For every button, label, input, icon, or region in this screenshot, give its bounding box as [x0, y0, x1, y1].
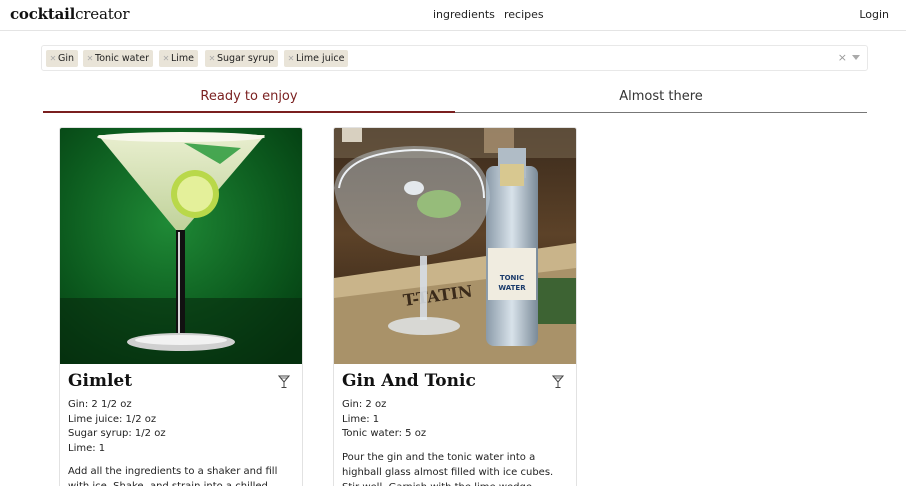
gimlet-photo — [60, 128, 302, 364]
ingredient-line: Gin: 2 1/2 oz — [68, 399, 132, 410]
ingredient-tag: ✕ Sugar syrup — [205, 50, 279, 67]
ingredient-tag: ✕ Lime — [159, 50, 199, 67]
ingredient-list: Gin: 2 1/2 oz Lime juice: 1/2 oz Sugar s… — [68, 398, 166, 457]
remove-tag-icon[interactable]: ✕ — [161, 50, 171, 67]
recipe-instructions: Add all the ingredients to a shaker and … — [68, 466, 278, 486]
site-logo[interactable]: cocktailcreator — [10, 5, 130, 23]
recipe-card-gimlet[interactable]: Gimlet Gin: 2 1/2 oz Lime juice: 1/2 oz … — [59, 127, 303, 486]
remove-tag-icon[interactable]: ✕ — [286, 50, 296, 67]
ingredient-line: Gin: 2 oz — [342, 399, 387, 410]
remove-tag-icon[interactable]: ✕ — [48, 50, 58, 67]
remove-tag-icon[interactable]: ✕ — [85, 50, 95, 67]
remove-tag-icon[interactable]: ✕ — [207, 50, 217, 67]
nav-recipes-link[interactable]: recipes — [504, 8, 544, 21]
login-link[interactable]: Login — [859, 8, 889, 21]
cocktail-glass-icon — [552, 375, 564, 388]
ingredient-line: Lime juice: 1/2 oz — [68, 413, 157, 425]
ingredient-multiselect[interactable]: ✕ Gin ✕ Tonic water ✕ Lime ✕ Sugar syrup ✕ Li… — [41, 45, 868, 71]
tab-almost-there[interactable]: Almost there — [455, 85, 867, 113]
recipe-instructions: Pour the gin and the tonic water into a … — [342, 452, 554, 486]
ingredient-list: Gin: 2 oz Lime: 1 Tonic water: 5 oz — [342, 398, 426, 442]
svg-text:WATER: WATER — [498, 284, 526, 292]
ingredient-tag: ✕ Lime juice — [284, 50, 349, 67]
ingredient-tag: ✕ Gin — [46, 50, 79, 67]
recipe-card-gin-and-tonic[interactable]: T-TATIN TONIC WATER Gin And Tonic Gin: 2… — [333, 127, 577, 486]
gin-and-tonic-photo: T-TATIN TONIC WATER — [334, 128, 576, 364]
ingredient-line: Lime: 1 — [68, 443, 106, 455]
cocktail-glass-icon — [278, 375, 290, 388]
recipe-title: Gimlet — [68, 371, 133, 391]
ingredient-line: Lime: 1 — [342, 413, 380, 425]
ingredient-tag: ✕ Tonic water — [83, 50, 153, 67]
dropdown-arrow-icon[interactable] — [852, 55, 860, 60]
clear-all-icon[interactable]: × — [838, 51, 847, 64]
tab-ready-to-enjoy[interactable]: Ready to enjoy — [43, 85, 455, 113]
ingredient-line: Sugar syrup: 1/2 oz — [68, 428, 166, 440]
recipe-title: Gin And Tonic — [342, 371, 476, 391]
svg-text:TONIC: TONIC — [500, 274, 524, 282]
ingredient-line: Tonic water: 5 oz — [342, 428, 427, 440]
top-navbar: cocktailcreator ingredients recipes Logi… — [0, 0, 906, 31]
nav-ingredients-link[interactable]: ingredients — [433, 8, 495, 21]
